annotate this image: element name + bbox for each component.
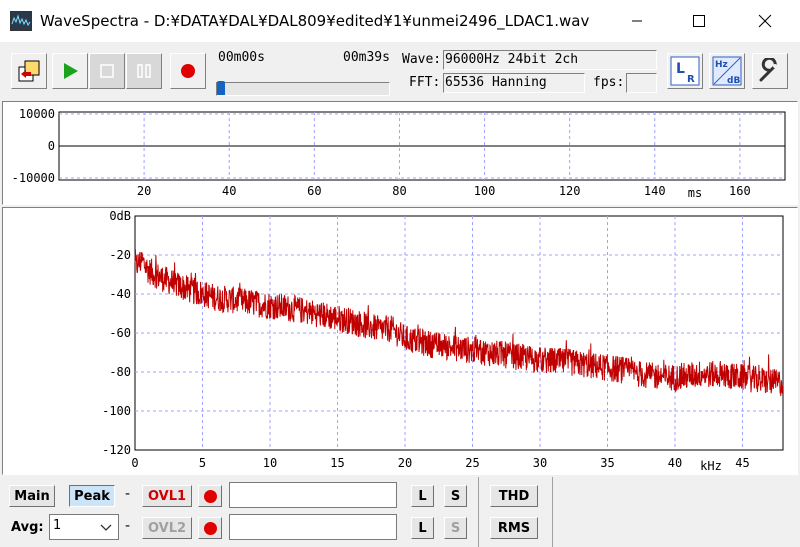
stop-button[interactable] <box>89 53 125 89</box>
waveform-x-tick: 20 <box>137 184 151 198</box>
settings-button[interactable] <box>752 53 788 89</box>
ovl1-button[interactable]: OVL1 <box>142 485 192 507</box>
record-icon <box>203 521 217 535</box>
window-title: WaveSpectra - D:¥DATA¥DAL¥DAL809¥edited¥… <box>40 12 590 30</box>
spectrum-y-tick: -100 <box>102 404 131 418</box>
avg-select[interactable]: 1 <box>49 514 119 540</box>
waveform-y-tick: -10000 <box>12 171 55 185</box>
waveform-x-tick: 80 <box>392 184 406 198</box>
close-button[interactable] <box>742 0 788 42</box>
main-button[interactable]: Main <box>9 485 55 507</box>
fft-label: FFT: <box>409 75 441 90</box>
svg-text:dB: dB <box>727 76 740 86</box>
ovl2-save-button[interactable]: S <box>444 517 467 539</box>
spectrum-x-tick: 45 <box>735 456 749 470</box>
fft-info-field: 65536 Hanning <box>443 73 585 93</box>
spectrum-x-tick: 5 <box>199 456 206 470</box>
time-end: 00m39s <box>343 50 390 65</box>
spectrum-x-unit: kHz <box>700 459 722 473</box>
ovl2-record-button[interactable] <box>198 517 222 539</box>
spectrum-x-tick: 30 <box>533 456 547 470</box>
spectrum-y-tick: -120 <box>102 443 131 457</box>
wrench-icon <box>759 58 777 82</box>
minimize-button[interactable] <box>614 0 660 42</box>
svg-text:R: R <box>687 74 695 85</box>
wave-label: Wave: <box>402 52 442 67</box>
spectrum-x-tick: 15 <box>330 456 344 470</box>
hz-db-scale-icon: Hz dB <box>712 56 742 86</box>
rms-button[interactable]: RMS <box>490 517 538 539</box>
ovl1-save-button[interactable]: S <box>444 485 467 507</box>
waveform-x-tick: 100 <box>474 184 496 198</box>
separator-dash: - <box>125 518 131 534</box>
spectrum-x-tick: 10 <box>263 456 277 470</box>
ovl1-record-button[interactable] <box>198 485 222 507</box>
waveform-x-unit: ms <box>688 186 702 200</box>
spectrum-y-tick: -60 <box>109 326 131 340</box>
avg-label: Avg: <box>11 520 44 535</box>
fps-label: fps: <box>593 75 625 90</box>
open-file-icon <box>18 60 40 82</box>
record-button[interactable] <box>170 53 206 89</box>
divider <box>552 477 553 547</box>
spectrum-x-tick: 40 <box>668 456 682 470</box>
channel-lr-button[interactable]: L R <box>667 53 703 89</box>
play-button[interactable] <box>52 53 88 89</box>
ovl2-name-field[interactable] <box>229 514 397 540</box>
title-bar: WaveSpectra - D:¥DATA¥DAL¥DAL809¥edited¥… <box>0 0 800 42</box>
waveform-x-tick: 160 <box>729 184 751 198</box>
spectrum-y-tick: 0dB <box>109 209 131 223</box>
spectrum-x-tick: 20 <box>398 456 412 470</box>
thd-button[interactable]: THD <box>490 485 538 507</box>
waveform-x-tick: 60 <box>307 184 321 198</box>
position-slider-thumb[interactable] <box>217 81 225 95</box>
spectrum-y-tick: -40 <box>109 287 131 301</box>
fps-field <box>626 73 657 93</box>
ovl2-load-button[interactable]: L <box>411 517 434 539</box>
ovl1-name-field[interactable] <box>229 482 397 508</box>
spectrum-plot: 0dB -20 -40 -60 -80 -100 -1200 5 10 15 20 25 30 35 40 4… <box>102 209 784 473</box>
open-file-button[interactable] <box>11 53 47 89</box>
waveform-panel: 10000 0 -10000 20 40 60 80 100 120 140 160 ms <box>2 101 798 205</box>
hz-db-scale-button[interactable]: Hz dB <box>709 53 745 89</box>
spectrum-y-tick: -80 <box>109 365 131 379</box>
spectrum-x-tick: 25 <box>465 456 479 470</box>
pause-icon <box>137 64 151 78</box>
pause-button[interactable] <box>126 53 162 89</box>
ovl2-button[interactable]: OVL2 <box>142 517 192 539</box>
play-icon <box>64 63 78 79</box>
waveform-y-tick: 10000 <box>19 107 55 121</box>
channel-lr-icon: L R <box>670 56 700 86</box>
waveform-x-tick: 40 <box>222 184 236 198</box>
record-icon <box>203 489 217 503</box>
divider <box>478 477 479 547</box>
toolbar: 00m00s 00m39s Wave: 96000Hz 24bit 2ch FF… <box>0 42 800 100</box>
svg-text:Hz: Hz <box>715 60 728 70</box>
wave-info-field: 96000Hz 24bit 2ch <box>443 50 657 70</box>
maximize-button[interactable] <box>676 0 722 42</box>
spectrum-x-tick: 0 <box>131 456 138 470</box>
spectrum-panel: 0dB -20 -40 -60 -80 -100 -120 0 5 10 15 20 25 30 35 40 4… <box>2 207 798 475</box>
control-bar: Main Peak - OVL1 L S Avg: 1 - OVL2 L S T… <box>0 477 800 547</box>
ovl1-load-button[interactable]: L <box>411 485 434 507</box>
svg-text:L: L <box>676 61 685 77</box>
app-icon <box>10 11 32 31</box>
position-slider[interactable] <box>216 81 390 96</box>
waveform-plot: 10000 0 -10000 20 40 60 80 100 120 140 160 ms <box>12 107 786 200</box>
waveform-y-tick: 0 <box>48 139 55 153</box>
avg-value: 1 <box>53 518 62 533</box>
waveform-x-tick: 140 <box>644 184 666 198</box>
separator-dash: - <box>125 486 131 502</box>
peak-button[interactable]: Peak <box>69 485 115 507</box>
stop-icon <box>100 64 114 78</box>
time-start: 00m00s <box>218 50 265 65</box>
chevron-down-icon <box>100 524 112 531</box>
waveform-x-tick: 120 <box>559 184 581 198</box>
spectrum-x-tick: 35 <box>600 456 614 470</box>
record-icon <box>181 64 195 78</box>
spectrum-y-tick: -20 <box>109 248 131 262</box>
